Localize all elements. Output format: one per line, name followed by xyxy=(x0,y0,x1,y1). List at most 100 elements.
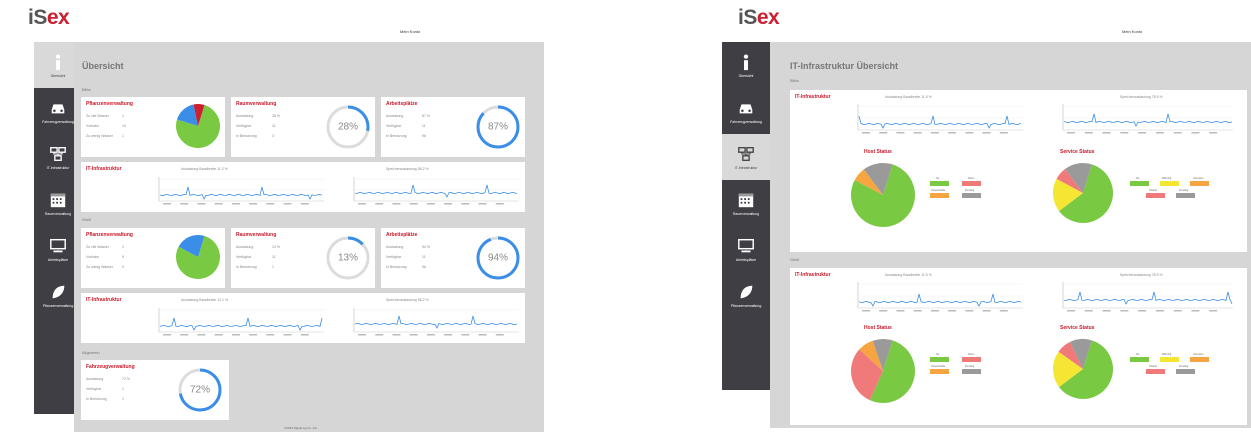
workplace-card[interactable]: Arbeitsplätze Auslastung 87 % Verfügbar 11… xyxy=(381,97,525,157)
chart-title: Speicherauslastung 58.2 % xyxy=(386,167,429,171)
chart-title: Auslastung Bandbreite 11.5 % xyxy=(885,95,932,99)
nav-label: Arbeitsplätze xyxy=(47,257,69,262)
vehicle-card[interactable]: Fahrzeugverwaltung Auslastung 72 % Verfüg… xyxy=(81,360,229,420)
tick-label xyxy=(1102,310,1111,312)
vehicle-gauge: 72% xyxy=(175,365,225,415)
chart-axis xyxy=(353,177,519,202)
calendar-icon xyxy=(738,193,754,207)
tick-label xyxy=(1138,132,1147,134)
tick-label xyxy=(163,334,171,336)
user-menu[interactable]: Mein Konto xyxy=(400,29,420,34)
tick-label xyxy=(862,132,870,134)
tick-label xyxy=(913,132,922,134)
it-card[interactable]: IT-Infrastruktur Auslastung Bandbreite 1… xyxy=(790,90,1247,252)
legend-ok xyxy=(1130,181,1149,186)
tick-label xyxy=(896,310,905,312)
legend-up xyxy=(930,181,949,186)
page-title: IT-Infrastruktur Übersicht xyxy=(790,61,899,71)
plant-card[interactable]: Pflanzenverwaltung Zu viel Wasser 2 Vorha… xyxy=(81,228,225,288)
nav-item-workplaces[interactable]: Arbeitsplätze xyxy=(722,226,770,272)
nav-label: IT-Infrastruktur xyxy=(46,165,70,170)
room-gauge: 13% xyxy=(323,233,373,283)
tick-label xyxy=(879,310,888,312)
workplace-gauge: 94% xyxy=(473,233,523,283)
tick-label xyxy=(180,203,189,205)
storage-chart xyxy=(353,177,519,205)
nav-item-vehicles[interactable]: Fahrzeugverwaltung xyxy=(722,88,770,134)
info-icon xyxy=(55,53,61,70)
tick-label xyxy=(896,132,905,134)
main-content: Übersicht Bilbo Pflanzenverwaltung Zu vi… xyxy=(74,42,544,432)
tick-label xyxy=(495,334,504,336)
legend-down xyxy=(962,357,981,362)
series-line xyxy=(1063,291,1233,305)
monitor-icon xyxy=(50,238,66,252)
nav-item-it[interactable]: IT-Infrastruktur xyxy=(722,134,770,180)
kv-row: Zu wenig Wasser 1 xyxy=(86,134,124,138)
nav-item-overview[interactable]: Übersicht xyxy=(722,42,770,88)
series-line xyxy=(354,315,518,329)
tick-label xyxy=(266,334,275,336)
tick-label xyxy=(214,203,223,205)
tick-label xyxy=(1173,310,1182,312)
monitor-icon xyxy=(738,238,754,252)
card-title: Raumverwaltung xyxy=(236,232,277,238)
tick-label xyxy=(948,132,957,134)
network-icon xyxy=(738,146,754,161)
tick-label xyxy=(965,132,974,134)
workplace-card[interactable]: Arbeitsplätze Auslastung 94 % Verfügbar 11… xyxy=(381,228,525,288)
car-icon xyxy=(739,103,753,113)
tick-label xyxy=(982,310,991,312)
room-card[interactable]: Raumverwaltung Auslastung 13 % Verfügbar 1… xyxy=(231,228,375,288)
nav-item-rooms[interactable]: Raumverwaltung xyxy=(722,180,770,226)
chart-title: Speicherauslastung 58.2 % xyxy=(386,298,429,302)
it-card[interactable]: IT-Infrastruktur Auslastung Bandbreite 1… xyxy=(81,162,525,212)
isex-logo: iSex xyxy=(28,6,70,29)
plant-card[interactable]: Pflanzenverwaltung Zu viel Wasser 1 Vorha… xyxy=(81,97,225,157)
kv-row: Vorhabn 14 xyxy=(86,124,126,128)
legend-warning xyxy=(1160,181,1179,186)
card-title: IT-Infrastruktur xyxy=(795,94,831,100)
service-status-pie xyxy=(1053,339,1113,399)
tick-label xyxy=(879,132,888,134)
info-icon xyxy=(743,53,749,70)
tick-label xyxy=(375,203,384,205)
chart-title: Speicherauslastung 78.5 % xyxy=(1120,95,1163,99)
tick-label xyxy=(965,310,974,312)
kv-row: Auslastung 87 % xyxy=(386,114,430,118)
nav-label: Fahrzeugverwaltung xyxy=(730,119,762,124)
it-card[interactable]: IT-Infrastruktur Auslastung Bandbreite 1… xyxy=(790,268,1247,425)
legend-pending xyxy=(962,193,981,198)
section-title: Bilbo xyxy=(82,87,91,92)
tick-label xyxy=(1102,132,1111,134)
network-icon xyxy=(50,146,66,161)
room-card[interactable]: Raumverwaltung Auslastung 28 % Verfügbar 1… xyxy=(231,97,375,157)
legend-warning xyxy=(1160,357,1179,362)
tick-label xyxy=(1120,132,1129,134)
kv-row: Vorhabn 9 xyxy=(86,255,124,259)
tick-label xyxy=(862,310,870,312)
user-menu[interactable]: Mein Konto xyxy=(1122,29,1142,34)
bandwidth-chart xyxy=(158,177,324,205)
card-title: Arbeitsplätze xyxy=(386,232,418,238)
it-overview-screenshot: iSex Mein Konto Übersicht Fahrzeugverwal… xyxy=(718,0,1251,432)
it-card[interactable]: IT-Infrastruktur Auslastung Bandbreite 1… xyxy=(81,293,525,343)
tick-label xyxy=(409,334,418,336)
tick-label xyxy=(999,132,1008,134)
card-title: Pflanzenverwaltung xyxy=(86,101,133,107)
tick-label xyxy=(1084,132,1093,134)
tick-label xyxy=(1084,310,1093,312)
tick-label xyxy=(214,334,223,336)
series-line xyxy=(159,186,323,200)
service-status-pie xyxy=(1053,163,1113,223)
tick-label xyxy=(249,203,258,205)
storage-chart xyxy=(1062,282,1233,312)
nav-item-plants[interactable]: Pflanzenverwaltung xyxy=(722,272,770,318)
tick-label xyxy=(1067,310,1075,312)
kv-row: In Benutzung 1 xyxy=(236,265,274,269)
kv-row: Zu viel Wasser 1 xyxy=(86,114,124,118)
chart-axis xyxy=(353,308,519,333)
legend-down xyxy=(962,181,981,186)
tick-label xyxy=(461,203,470,205)
kv-row: Auslastung 94 % xyxy=(386,245,430,249)
